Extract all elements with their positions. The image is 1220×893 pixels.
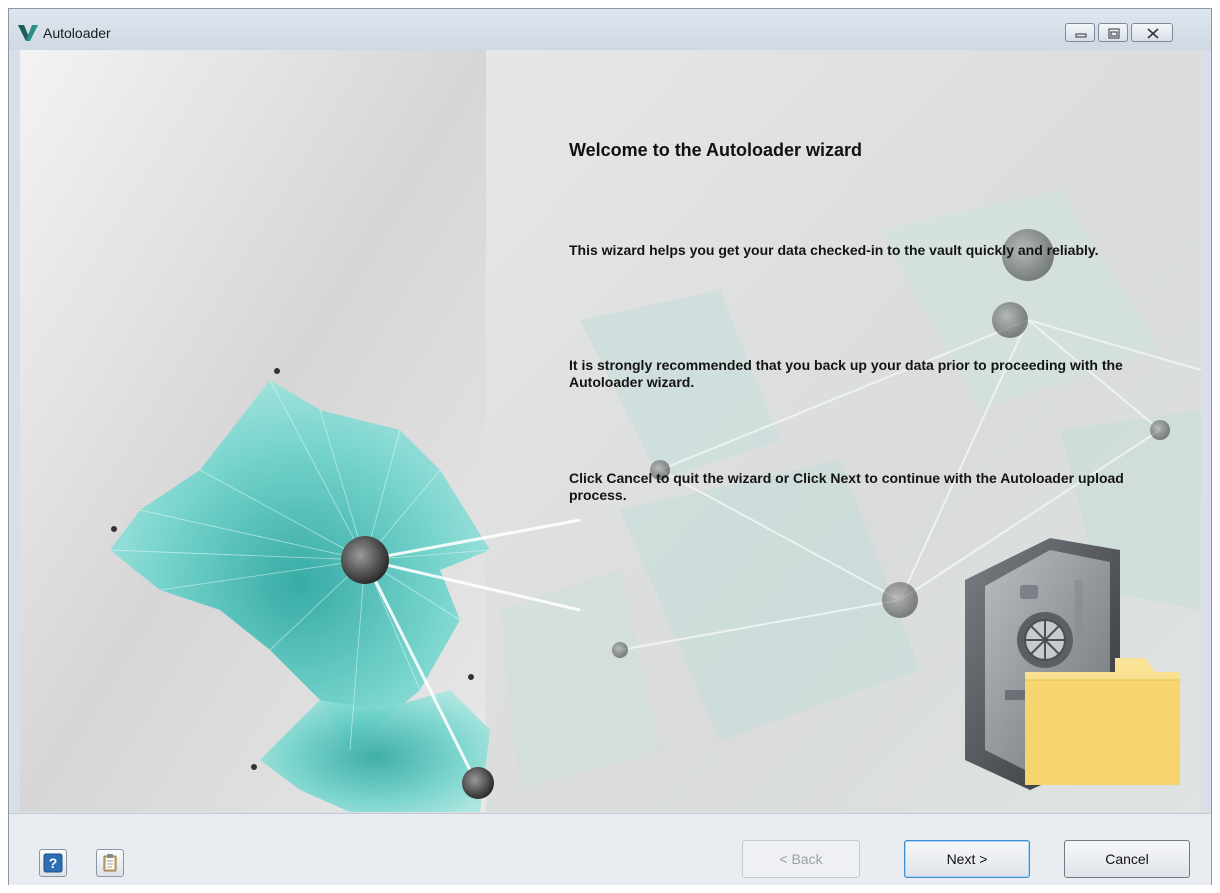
autoloader-app-icon — [18, 25, 38, 41]
minimize-icon — [1075, 33, 1087, 38]
wizard-content: Welcome to the Autoloader wizard This wi… — [20, 50, 1201, 812]
backup-recommendation-paragraph: It is strongly recommended that you back… — [569, 357, 1123, 390]
welcome-heading: Welcome to the Autoloader wizard — [569, 140, 863, 160]
intro-paragraph: This wizard helps you get your data chec… — [569, 242, 1099, 258]
minimize-button[interactable] — [1065, 23, 1095, 42]
close-icon — [1147, 28, 1159, 39]
close-button[interactable] — [1131, 23, 1173, 42]
wizard-background-graphic — [20, 50, 1201, 812]
title-bar[interactable]: Autoloader — [9, 9, 1211, 50]
maximize-icon — [1108, 28, 1120, 39]
maximize-button[interactable] — [1098, 23, 1128, 42]
notes-button[interactable] — [96, 849, 124, 877]
autoloader-window: Autoloader Welcome to the Autoloader wiz… — [8, 8, 1212, 885]
help-icon: ? — [43, 853, 63, 873]
wizard-footer: ? < Back Next > Cancel — [9, 813, 1211, 885]
back-button[interactable]: < Back — [742, 840, 860, 878]
svg-text:?: ? — [49, 855, 58, 871]
clipboard-icon — [103, 854, 117, 872]
help-button[interactable]: ? — [39, 849, 67, 877]
next-button[interactable]: Next > — [904, 840, 1030, 878]
cancel-button[interactable]: Cancel — [1064, 840, 1190, 878]
instructions-paragraph: Click Cancel to quit the wizard or Click… — [569, 470, 1124, 503]
window-title: Autoloader — [43, 25, 111, 41]
